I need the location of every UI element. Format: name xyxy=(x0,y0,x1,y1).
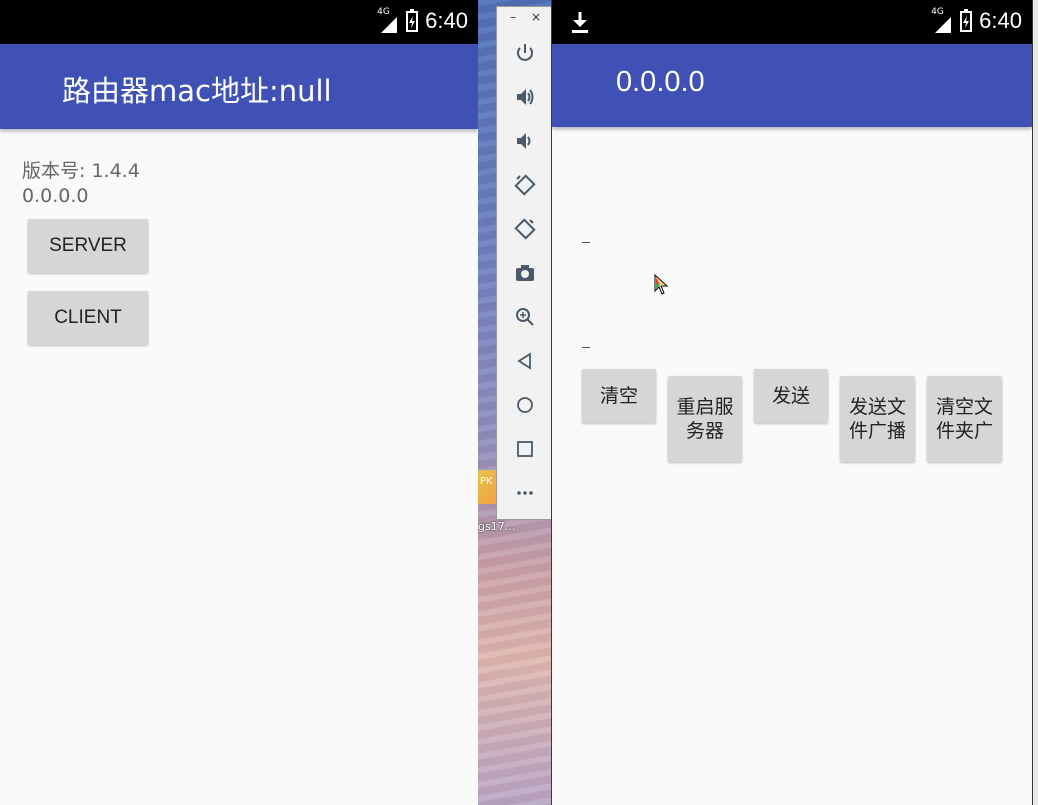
empty-text-field-2 xyxy=(582,347,590,348)
left-emulator-screen: 4G 6:40 路由器mac地址:null 版本号: 1.4.4 0.0.0.0… xyxy=(0,0,478,805)
signal-icon: 4G xyxy=(377,7,399,33)
download-icon xyxy=(572,12,588,33)
server-button[interactable]: SERVER xyxy=(28,219,148,273)
volume-down-icon[interactable] xyxy=(513,129,537,153)
battery-icon xyxy=(960,9,973,32)
mouse-cursor-icon xyxy=(654,274,669,295)
status-bar: 4G 6:40 xyxy=(552,0,1032,44)
battery-icon xyxy=(406,9,419,32)
page-title: 路由器mac地址:null xyxy=(62,74,332,108)
desktop-shortcut-text: PK xyxy=(480,476,493,487)
restart-server-button[interactable]: 重启服务器 xyxy=(668,376,742,462)
volume-up-icon[interactable] xyxy=(513,85,537,109)
clear-button[interactable]: 清空 xyxy=(582,369,656,423)
camera-icon[interactable] xyxy=(513,261,537,285)
window-edge xyxy=(1033,0,1038,805)
client-button[interactable]: CLIENT xyxy=(28,291,148,345)
clear-folder-broadcast-button[interactable]: 清空文件夹广 xyxy=(927,376,1002,462)
power-icon[interactable] xyxy=(513,41,537,65)
page-title: 0.0.0.0 xyxy=(616,66,705,98)
emulator-toolbar: – × xyxy=(496,6,551,520)
app-bar: 0.0.0.0 xyxy=(552,44,1032,127)
send-button[interactable]: 发送 xyxy=(754,369,828,423)
zoom-icon[interactable] xyxy=(513,305,537,329)
app-bar: 路由器mac地址:null xyxy=(0,44,478,129)
home-icon[interactable] xyxy=(513,393,537,417)
ip-address-label: 0.0.0.0 xyxy=(22,185,89,207)
rotate-right-icon[interactable] xyxy=(513,217,537,241)
empty-text-field-1 xyxy=(582,242,590,243)
desktop-shortcut-label[interactable]: gs17... xyxy=(478,520,515,533)
rotate-left-icon[interactable] xyxy=(513,173,537,197)
status-time: 6:40 xyxy=(425,8,468,33)
signal-icon: 4G xyxy=(931,7,953,33)
back-icon[interactable] xyxy=(513,349,537,373)
status-time: 6:40 xyxy=(979,8,1022,33)
send-file-broadcast-button[interactable]: 发送文件广播 xyxy=(840,376,915,462)
version-label: 版本号: 1.4.4 xyxy=(22,160,140,182)
overview-icon[interactable] xyxy=(513,437,537,461)
right-emulator-screen: 4G 6:40 0.0.0.0 清空 重启服务器 发送 发送文件广播 清空文件夹… xyxy=(551,0,1033,805)
more-icon[interactable] xyxy=(513,481,537,505)
minimize-button[interactable]: – xyxy=(510,10,516,24)
status-bar: 4G 6:40 xyxy=(0,0,478,44)
close-button[interactable]: × xyxy=(531,10,541,24)
